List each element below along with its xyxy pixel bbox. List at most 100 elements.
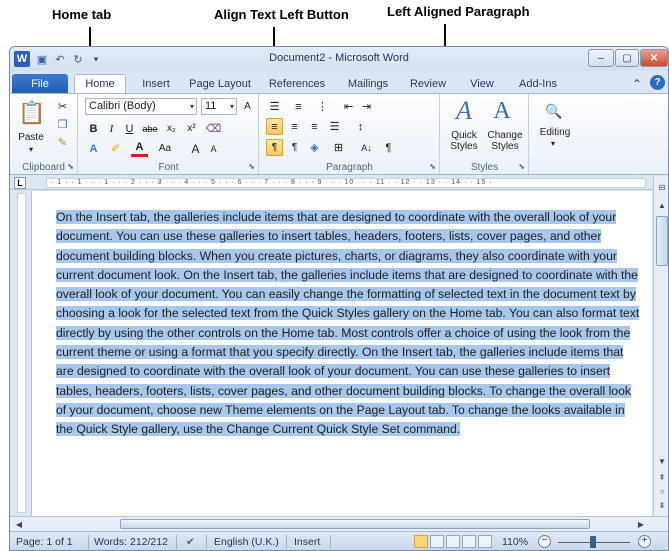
font-size-dropdown-icon[interactable]: ▾ bbox=[230, 99, 234, 114]
vertical-scroll-thumb[interactable] bbox=[656, 216, 668, 266]
change-styles-button[interactable]: Change Styles bbox=[485, 128, 525, 154]
text-effects-button[interactable]: A bbox=[85, 140, 102, 157]
grow-font-button-2[interactable]: A bbox=[187, 140, 204, 157]
zoom-level[interactable]: 110% bbox=[502, 536, 528, 548]
ribbon: 📋 Paste ▾ ✂ ❐ ✎ Clipboard ⬊ Calibri (Bod… bbox=[10, 93, 668, 175]
font-launcher-icon[interactable]: ⬊ bbox=[248, 162, 255, 171]
status-divider bbox=[286, 535, 287, 549]
next-page-icon[interactable]: ⇟ bbox=[655, 498, 668, 512]
highlight-icon[interactable]: ✐ bbox=[107, 140, 124, 157]
tab-add-ins[interactable]: Add-Ins bbox=[510, 76, 566, 94]
multilevel-list-icon[interactable]: ⋮ bbox=[314, 98, 331, 115]
ruler-scale[interactable]: · 1 · · 1 · · · 1 · · · 2 · · · 3 · · · … bbox=[46, 178, 646, 188]
left-aligned-paragraph[interactable]: On the Insert tab, the galleries include… bbox=[56, 208, 644, 440]
paragraph-launcher-icon[interactable]: ⬊ bbox=[429, 162, 436, 171]
superscript-button[interactable]: x² bbox=[183, 120, 200, 137]
web-layout-view-icon[interactable] bbox=[446, 535, 460, 548]
ruler-toggle-icon[interactable]: ⊟ bbox=[655, 180, 668, 194]
minimize-button[interactable]: – bbox=[588, 49, 614, 67]
paste-icon[interactable]: 📋 bbox=[18, 98, 46, 128]
ltr-paragraph-icon[interactable]: ¶ bbox=[266, 139, 283, 156]
clear-formatting-icon[interactable]: ⌫ bbox=[205, 120, 222, 137]
print-layout-view-icon[interactable] bbox=[414, 535, 428, 548]
sort-button[interactable]: A↓ bbox=[358, 139, 375, 156]
change-case-button[interactable]: Aa bbox=[153, 140, 177, 157]
increase-indent-icon[interactable]: ⇥ bbox=[358, 98, 375, 115]
editing-dropdown-icon[interactable]: ▾ bbox=[546, 138, 560, 148]
tab-view[interactable]: View bbox=[462, 76, 502, 94]
find-icon[interactable]: 🔍 bbox=[542, 100, 566, 122]
outline-view-icon[interactable] bbox=[462, 535, 476, 548]
scroll-left-icon[interactable]: ◀ bbox=[12, 517, 26, 531]
document-page[interactable]: On the Insert tab, the galleries include… bbox=[33, 191, 652, 516]
page-count[interactable]: Page: 1 of 1 bbox=[16, 536, 73, 548]
proofing-icon[interactable]: ✔ bbox=[186, 536, 195, 548]
scroll-down-icon[interactable]: ▼ bbox=[655, 454, 668, 468]
align-right-button[interactable]: ≡ bbox=[306, 118, 323, 135]
tab-file[interactable]: File bbox=[12, 74, 68, 94]
shading-icon[interactable]: ◈ bbox=[306, 139, 323, 156]
tab-insert[interactable]: Insert bbox=[132, 76, 180, 94]
format-painter-icon[interactable]: ✎ bbox=[54, 134, 71, 151]
quick-styles-icon[interactable]: A bbox=[449, 96, 479, 126]
horizontal-scroll-thumb[interactable] bbox=[120, 519, 590, 529]
decrease-indent-icon[interactable]: ⇤ bbox=[340, 98, 357, 115]
tab-review[interactable]: Review bbox=[404, 76, 452, 94]
underline-button[interactable]: U bbox=[121, 120, 138, 137]
tab-references[interactable]: References bbox=[262, 76, 332, 94]
scroll-up-icon[interactable]: ▲ bbox=[655, 198, 668, 212]
quick-styles-button[interactable]: Quick Styles bbox=[445, 128, 483, 154]
font-name-combo[interactable]: Calibri (Body) ▾ bbox=[85, 98, 197, 115]
borders-icon[interactable]: ⊞ bbox=[330, 139, 347, 156]
vertical-scrollbar[interactable]: ⊟ ▲ ▼ ⇞ ○ ⇟ bbox=[653, 176, 668, 516]
help-icon[interactable]: ? bbox=[650, 75, 665, 90]
word-count[interactable]: Words: 212/212 bbox=[94, 536, 168, 548]
close-button[interactable]: ✕ bbox=[640, 49, 668, 67]
editing-button[interactable]: Editing bbox=[532, 126, 578, 138]
full-screen-reading-view-icon[interactable] bbox=[430, 535, 444, 548]
font-name-dropdown-icon[interactable]: ▾ bbox=[190, 99, 194, 114]
numbering-icon[interactable]: ≡ bbox=[290, 98, 307, 115]
shrink-font-button[interactable]: A bbox=[205, 140, 222, 157]
vertical-ruler-scale[interactable] bbox=[17, 193, 26, 513]
show-hide-button[interactable]: ¶ bbox=[380, 139, 397, 156]
paste-dropdown-icon[interactable]: ▾ bbox=[18, 144, 44, 154]
tab-home[interactable]: Home bbox=[74, 74, 126, 95]
center-align-button[interactable]: ≡ bbox=[286, 118, 303, 135]
bold-button[interactable]: B bbox=[85, 120, 102, 137]
strikethrough-button[interactable]: abe bbox=[139, 120, 161, 137]
clipboard-launcher-icon[interactable]: ⬊ bbox=[67, 162, 74, 171]
font-size-combo[interactable]: 11 ▾ bbox=[201, 98, 237, 115]
justify-button[interactable]: ☰ bbox=[326, 118, 343, 135]
horizontal-scrollbar[interactable]: ◀ ▶ bbox=[10, 516, 668, 531]
change-styles-icon[interactable]: A bbox=[487, 96, 517, 126]
paste-button[interactable]: Paste bbox=[16, 131, 46, 143]
browse-object-icon[interactable]: ○ bbox=[655, 484, 668, 498]
group-font: Calibri (Body) ▾ 11 ▾ A B I U abe x₂ x² ⌫ … bbox=[79, 94, 259, 174]
previous-page-icon[interactable]: ⇞ bbox=[655, 470, 668, 484]
grow-font-button[interactable]: A bbox=[239, 98, 256, 115]
subscript-button[interactable]: x₂ bbox=[163, 120, 180, 137]
zoom-in-button[interactable]: + bbox=[638, 535, 651, 548]
styles-launcher-icon[interactable]: ⬊ bbox=[518, 162, 525, 171]
scroll-right-icon[interactable]: ▶ bbox=[634, 517, 648, 531]
line-spacing-icon[interactable]: ↕ bbox=[352, 118, 369, 135]
insert-mode-indicator[interactable]: Insert bbox=[294, 536, 320, 548]
align-text-left-button[interactable]: ≡ bbox=[266, 118, 283, 135]
rtl-paragraph-icon[interactable]: ¶ bbox=[286, 139, 303, 156]
maximize-button[interactable]: ▢ bbox=[615, 49, 639, 67]
cut-icon[interactable]: ✂ bbox=[54, 98, 71, 115]
selected-paragraph-text[interactable]: On the Insert tab, the galleries include… bbox=[56, 210, 640, 437]
zoom-out-button[interactable]: − bbox=[538, 535, 551, 548]
bullets-icon[interactable]: ☰ bbox=[266, 98, 283, 115]
language-indicator[interactable]: English (U.K.) bbox=[214, 536, 279, 548]
zoom-slider-thumb[interactable] bbox=[590, 536, 596, 548]
italic-button[interactable]: I bbox=[103, 120, 120, 137]
tab-page-layout[interactable]: Page Layout bbox=[182, 76, 258, 94]
copy-icon[interactable]: ❐ bbox=[54, 116, 71, 133]
font-color-button[interactable]: A bbox=[131, 140, 148, 157]
tab-stop-selector[interactable]: L bbox=[14, 177, 26, 189]
collapse-ribbon-icon[interactable]: ⌃ bbox=[632, 77, 642, 91]
tab-mailings[interactable]: Mailings bbox=[340, 76, 396, 94]
draft-view-icon[interactable] bbox=[478, 535, 492, 548]
